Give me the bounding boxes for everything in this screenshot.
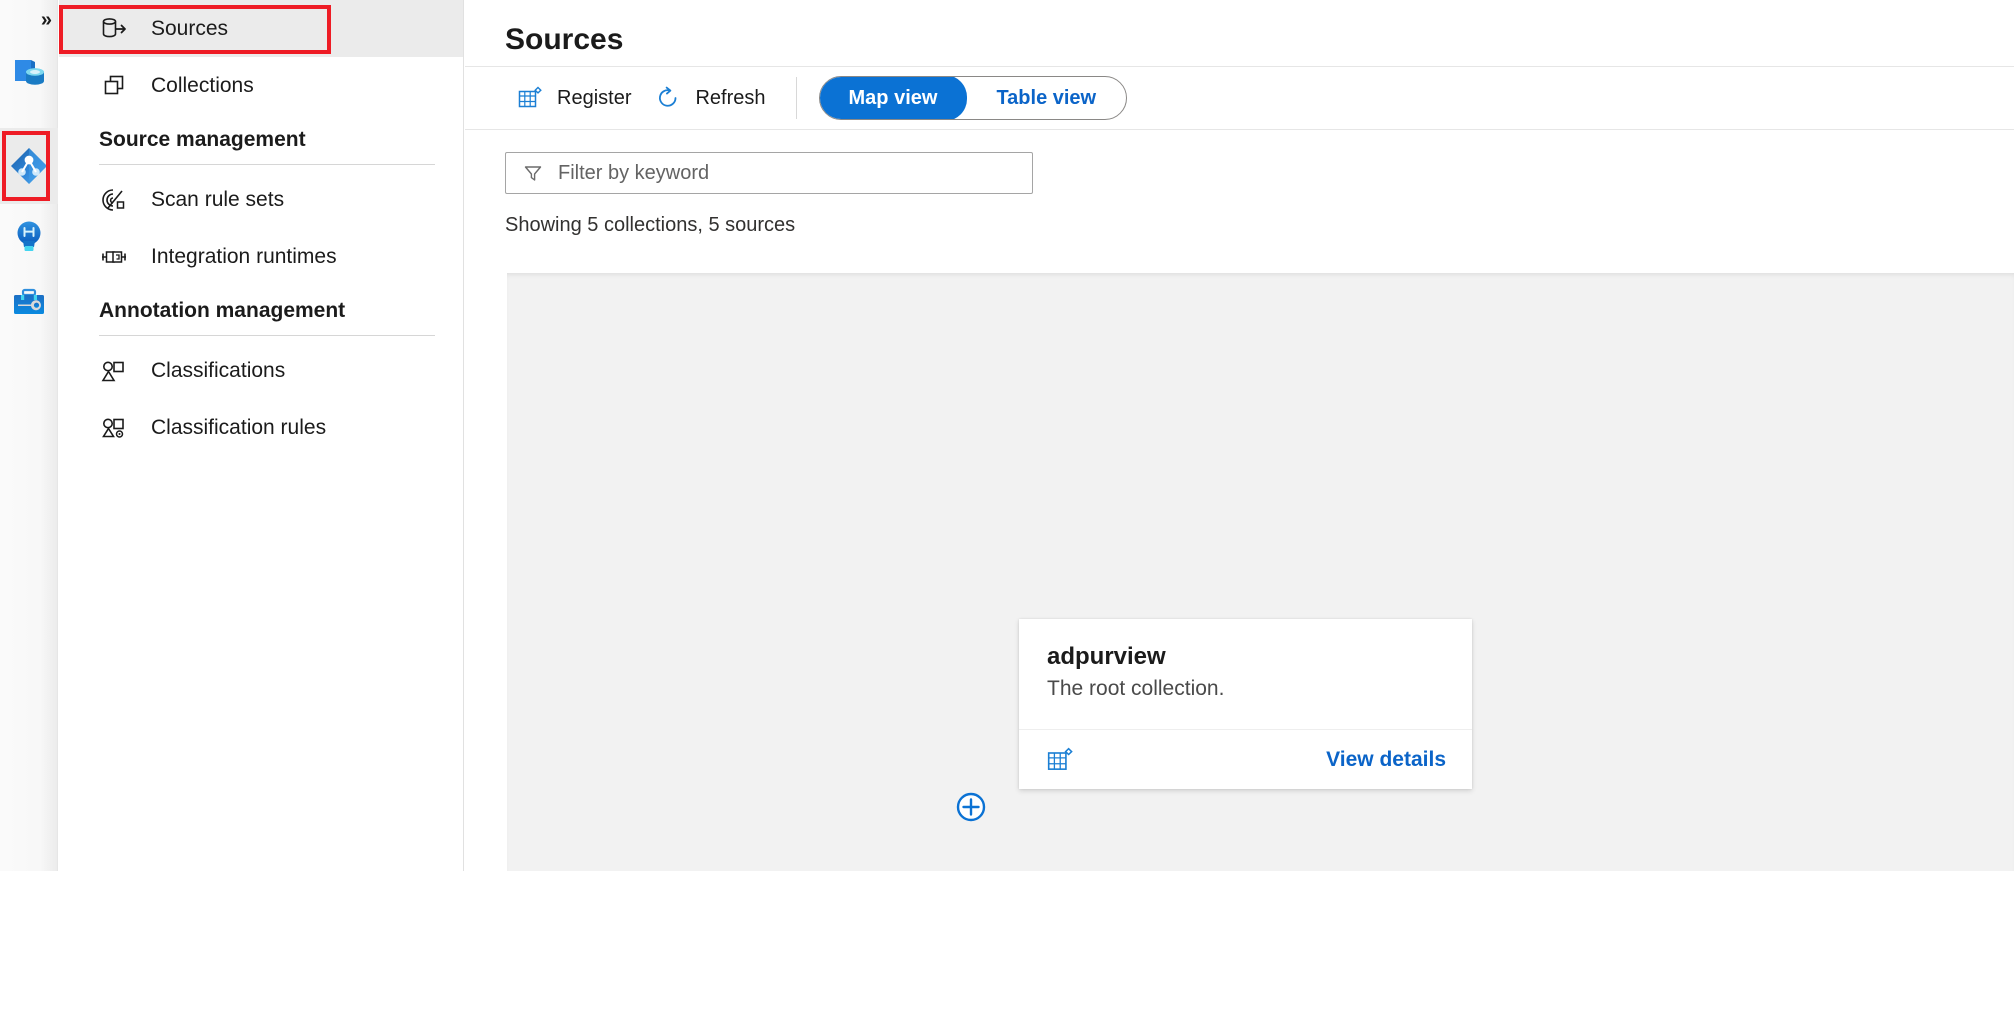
sidebar-item-classifications[interactable]: Classifications: [59, 342, 463, 399]
collection-card-body: adpurview The root collection.: [1019, 619, 1472, 701]
plus-circle-icon: [954, 811, 988, 828]
classifications-icon: [99, 356, 129, 386]
sidebar-item-collections-label: Collections: [151, 75, 254, 96]
sidebar-item-classifications-label: Classifications: [151, 360, 285, 381]
page-title: Sources: [465, 0, 2014, 66]
nav-section-annotation-management: Annotation management: [59, 299, 463, 336]
left-icon-rail: »: [0, 0, 58, 871]
sidebar-item-scan-rule-sets-label: Scan rule sets: [151, 189, 284, 210]
main-content: Sources Register: [465, 0, 2014, 871]
command-bar: Register Refresh Map view Table view: [465, 66, 2014, 130]
results-summary: Showing 5 collections, 5 sources: [465, 194, 2014, 237]
sidebar-item-classification-rules-label: Classification rules: [151, 417, 326, 438]
command-separator: [796, 77, 797, 119]
register-button[interactable]: Register: [505, 76, 643, 120]
expand-rail-button[interactable]: »: [0, 0, 58, 40]
chevron-double-right-icon: »: [41, 9, 50, 32]
nav-section-source-management: Source management: [59, 128, 463, 165]
database-export-icon: [99, 14, 129, 44]
purview-studio-window: »: [0, 0, 2014, 1031]
view-toggle: Map view Table view: [819, 76, 1128, 120]
tab-map-view[interactable]: Map view: [819, 76, 968, 120]
view-details-link[interactable]: View details: [1326, 748, 1446, 772]
rail-item-data-map[interactable]: [0, 128, 58, 204]
refresh-button[interactable]: Refresh: [643, 76, 777, 120]
filter-field[interactable]: [505, 152, 1033, 194]
rail-item-management[interactable]: [0, 270, 58, 334]
sidebar-item-sources-label: Sources: [151, 18, 228, 39]
filter-row: [465, 130, 2014, 194]
sidebar-item-sources[interactable]: Sources: [59, 0, 463, 57]
nav-section-title: Annotation management: [99, 299, 435, 335]
book-database-icon: [10, 53, 48, 91]
sidebar-item-classification-rules[interactable]: Classification rules: [59, 399, 463, 456]
filter-input[interactable]: [556, 161, 1032, 186]
sidebar-item-scan-rule-sets[interactable]: Scan rule sets: [59, 171, 463, 228]
collections-stack-icon: [99, 71, 129, 101]
collection-card-adpurview[interactable]: adpurview The root collection. View deta…: [1019, 619, 1472, 789]
register-grid-icon: [517, 85, 543, 111]
left-nav-panel: Sources Collections Source management: [59, 0, 464, 871]
refresh-button-label: Refresh: [695, 87, 765, 110]
scan-rule-sets-icon: [99, 185, 129, 215]
rail-item-data-insights[interactable]: [0, 204, 58, 268]
integration-runtimes-icon: [99, 242, 129, 272]
rail-item-data-catalog[interactable]: [0, 40, 58, 104]
classification-rules-icon: [99, 413, 129, 443]
data-map-diamond-icon: [8, 145, 50, 187]
register-grid-icon[interactable]: [1045, 745, 1075, 775]
collection-description: The root collection.: [1047, 677, 1444, 701]
collection-name: adpurview: [1047, 643, 1444, 671]
sidebar-item-integration-runtimes[interactable]: Integration runtimes: [59, 228, 463, 285]
collection-card-footer: View details: [1019, 729, 1472, 789]
add-child-collection-button[interactable]: [954, 790, 988, 824]
nav-section-title: Source management: [99, 128, 435, 164]
nav-section-divider: [99, 335, 435, 336]
funnel-filter-icon: [520, 160, 546, 186]
toolbox-icon: [10, 283, 48, 321]
lightbulb-icon: [10, 217, 48, 255]
tab-table-view[interactable]: Table view: [966, 76, 1126, 120]
sidebar-item-collections[interactable]: Collections: [59, 57, 463, 114]
sidebar-item-integration-runtimes-label: Integration runtimes: [151, 246, 337, 267]
nav-section-divider: [99, 164, 435, 165]
refresh-circle-icon: [655, 85, 681, 111]
register-button-label: Register: [557, 87, 631, 110]
